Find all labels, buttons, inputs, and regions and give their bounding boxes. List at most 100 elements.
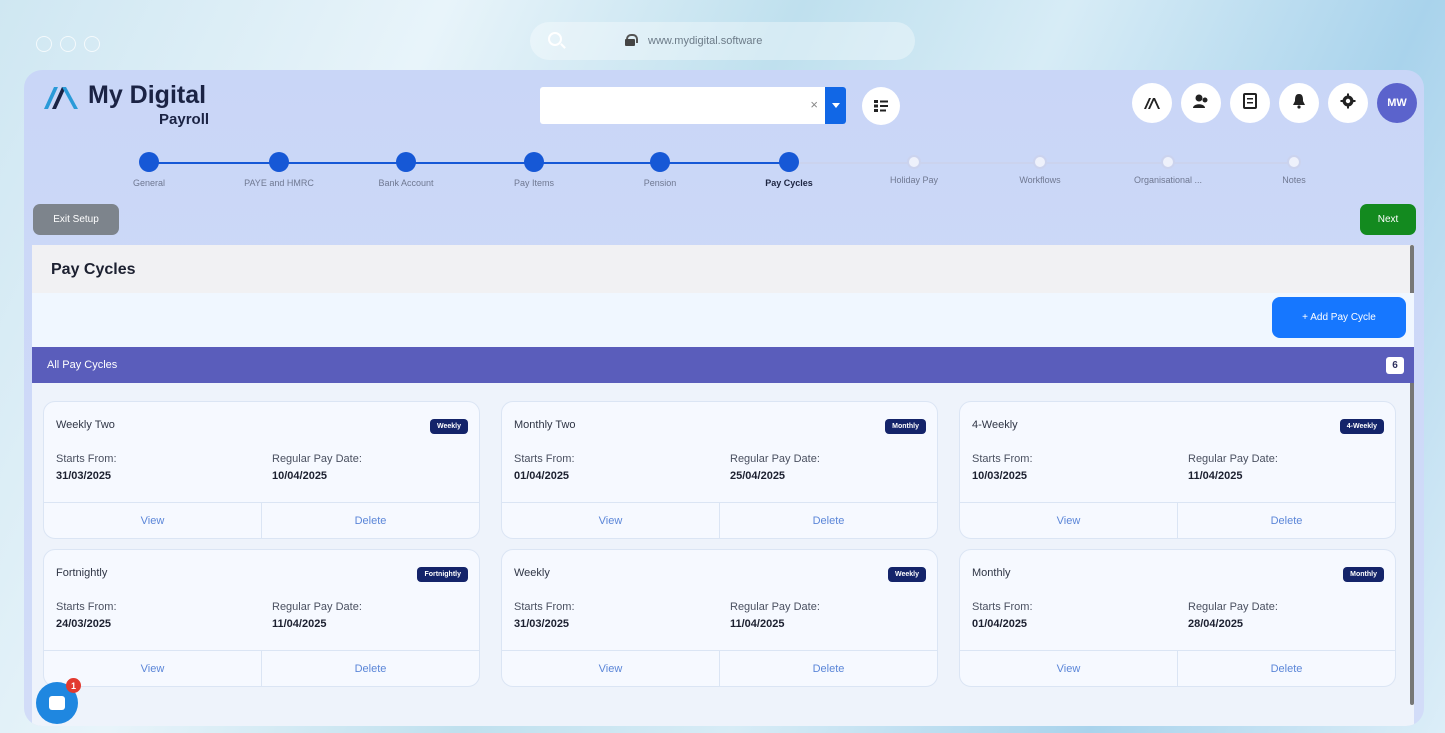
- pay-cycle-card: Fortnightly Fortnightly Starts From: 24/…: [43, 549, 480, 687]
- regular-pay-date-value: 11/04/2025: [1188, 470, 1243, 482]
- clear-icon[interactable]: ×: [810, 97, 818, 112]
- regular-pay-date-label: Regular Pay Date:: [1188, 453, 1278, 465]
- frequency-badge: Fortnightly: [417, 567, 468, 582]
- chevron-down-icon[interactable]: [825, 87, 846, 124]
- step-bank-account[interactable]: Bank Account: [341, 152, 471, 188]
- pay-cycle-name: Weekly Two: [56, 419, 115, 431]
- view-link[interactable]: View: [502, 651, 719, 686]
- chat-widget-button[interactable]: 1: [36, 678, 81, 724]
- list-icon: [874, 100, 888, 112]
- starts-from-label: Starts From:: [56, 453, 117, 465]
- card-actions: View Delete: [44, 502, 479, 538]
- step-paye-hmrc[interactable]: PAYE and HMRC: [214, 152, 344, 188]
- regular-pay-date-field: Regular Pay Date: 11/04/2025: [1188, 453, 1278, 482]
- starts-from-value: 24/03/2025: [56, 618, 112, 630]
- maximize-window-dot[interactable]: [84, 36, 100, 52]
- step-holiday-pay[interactable]: Holiday Pay: [849, 152, 979, 185]
- starts-from-value: 10/03/2025: [972, 470, 1028, 482]
- step-pending-dot: [1033, 155, 1047, 169]
- brand-logo[interactable]: My Digital Payroll: [42, 80, 209, 128]
- view-link[interactable]: View: [502, 503, 719, 538]
- users-icon: [1192, 93, 1210, 113]
- regular-pay-date-field: Regular Pay Date: 28/04/2025: [1188, 601, 1278, 630]
- logo-mark-icon: [44, 87, 78, 109]
- step-pending-dot: [1161, 155, 1175, 169]
- regular-pay-date-field: Regular Pay Date: 11/04/2025: [272, 601, 362, 630]
- starts-from-field: Starts From: 31/03/2025: [56, 453, 117, 482]
- step-done-dot: [269, 152, 289, 172]
- regular-pay-date-label: Regular Pay Date:: [730, 601, 820, 613]
- regular-pay-date-value: 11/04/2025: [272, 618, 327, 630]
- delete-link[interactable]: Delete: [1177, 651, 1395, 686]
- step-pending-dot: [1287, 155, 1301, 169]
- company-select[interactable]: ×: [540, 87, 846, 124]
- view-link[interactable]: View: [44, 503, 261, 538]
- frequency-badge: 4-Weekly: [1339, 419, 1384, 434]
- regular-pay-date-field: Regular Pay Date: 10/04/2025: [272, 453, 362, 482]
- document-icon: [1243, 93, 1257, 113]
- brand-icon-button[interactable]: [1132, 83, 1172, 123]
- pay-cycle-name: 4-Weekly: [972, 419, 1018, 431]
- regular-pay-date-label: Regular Pay Date:: [730, 453, 820, 465]
- step-general[interactable]: General: [84, 152, 214, 188]
- documents-button[interactable]: [1230, 83, 1270, 123]
- brand-subtitle: Payroll: [159, 111, 210, 128]
- delete-link[interactable]: Delete: [1177, 503, 1395, 538]
- settings-button[interactable]: [1328, 83, 1368, 123]
- view-link[interactable]: View: [960, 651, 1177, 686]
- pay-cycle-grid: Weekly Two Weekly Starts From: 31/03/202…: [32, 383, 1414, 687]
- list-title: All Pay Cycles: [47, 359, 118, 371]
- close-window-dot[interactable]: [36, 36, 52, 52]
- toolbar-row: + Add Pay Cycle: [32, 293, 1414, 347]
- pay-cycle-name: Weekly: [514, 567, 550, 579]
- regular-pay-date-value: 11/04/2025: [730, 618, 785, 630]
- page-title: Pay Cycles: [32, 245, 1414, 293]
- avatar[interactable]: MW: [1377, 83, 1417, 123]
- step-workflows[interactable]: Workflows: [975, 152, 1105, 185]
- starts-from-label: Starts From:: [972, 453, 1033, 465]
- delete-link[interactable]: Delete: [719, 503, 937, 538]
- bell-icon: [1292, 93, 1306, 113]
- starts-from-field: Starts From: 24/03/2025: [56, 601, 117, 630]
- delete-link[interactable]: Delete: [719, 651, 937, 686]
- delete-link[interactable]: Delete: [261, 503, 479, 538]
- starts-from-label: Starts From:: [514, 601, 575, 613]
- starts-from-value: 01/04/2025: [514, 470, 570, 482]
- starts-from-label: Starts From:: [56, 601, 117, 613]
- step-label: Holiday Pay: [889, 175, 939, 185]
- brand-name: My Digital: [88, 81, 207, 109]
- step-pay-items[interactable]: Pay Items: [469, 152, 599, 188]
- add-pay-cycle-button[interactable]: + Add Pay Cycle: [1272, 297, 1406, 338]
- menu-toggle-button[interactable]: [862, 87, 900, 125]
- step-notes[interactable]: Notes: [1229, 152, 1359, 185]
- regular-pay-date-value: 28/04/2025: [1188, 618, 1244, 630]
- pay-cycle-card: Monthly Two Monthly Starts From: 01/04/2…: [501, 401, 938, 539]
- pay-cycle-card: Weekly Two Weekly Starts From: 31/03/202…: [43, 401, 480, 539]
- frequency-badge: Monthly: [885, 419, 926, 434]
- header-actions: MW: [1132, 83, 1417, 123]
- notifications-button[interactable]: [1279, 83, 1319, 123]
- starts-from-field: Starts From: 01/04/2025: [514, 453, 575, 482]
- brand-icon: [1144, 98, 1160, 109]
- chat-icon: [49, 696, 65, 710]
- step-label: General: [132, 178, 166, 188]
- pay-cycle-card: Monthly Monthly Starts From: 01/04/2025 …: [959, 549, 1396, 687]
- starts-from-label: Starts From:: [514, 453, 575, 465]
- delete-link[interactable]: Delete: [261, 651, 479, 686]
- list-header: All Pay Cycles 6: [32, 347, 1414, 383]
- step-pay-cycles[interactable]: Pay Cycles: [724, 152, 854, 188]
- pay-cycle-name: Monthly: [972, 567, 1011, 579]
- frequency-badge: Monthly: [1343, 567, 1384, 582]
- step-organisational[interactable]: Organisational ...: [1103, 152, 1233, 185]
- pay-cycle-name: Monthly Two: [514, 419, 576, 431]
- users-button[interactable]: [1181, 83, 1221, 123]
- starts-from-field: Starts From: 01/04/2025: [972, 601, 1033, 630]
- minimize-window-dot[interactable]: [60, 36, 76, 52]
- step-done-dot: [524, 152, 544, 172]
- address-bar[interactable]: www.mydigital.software: [530, 22, 915, 60]
- next-button[interactable]: Next: [1360, 204, 1416, 235]
- step-pension[interactable]: Pension: [595, 152, 725, 188]
- view-link[interactable]: View: [960, 503, 1177, 538]
- exit-setup-button[interactable]: Exit Setup: [33, 204, 119, 235]
- step-label: Pay Items: [513, 178, 554, 188]
